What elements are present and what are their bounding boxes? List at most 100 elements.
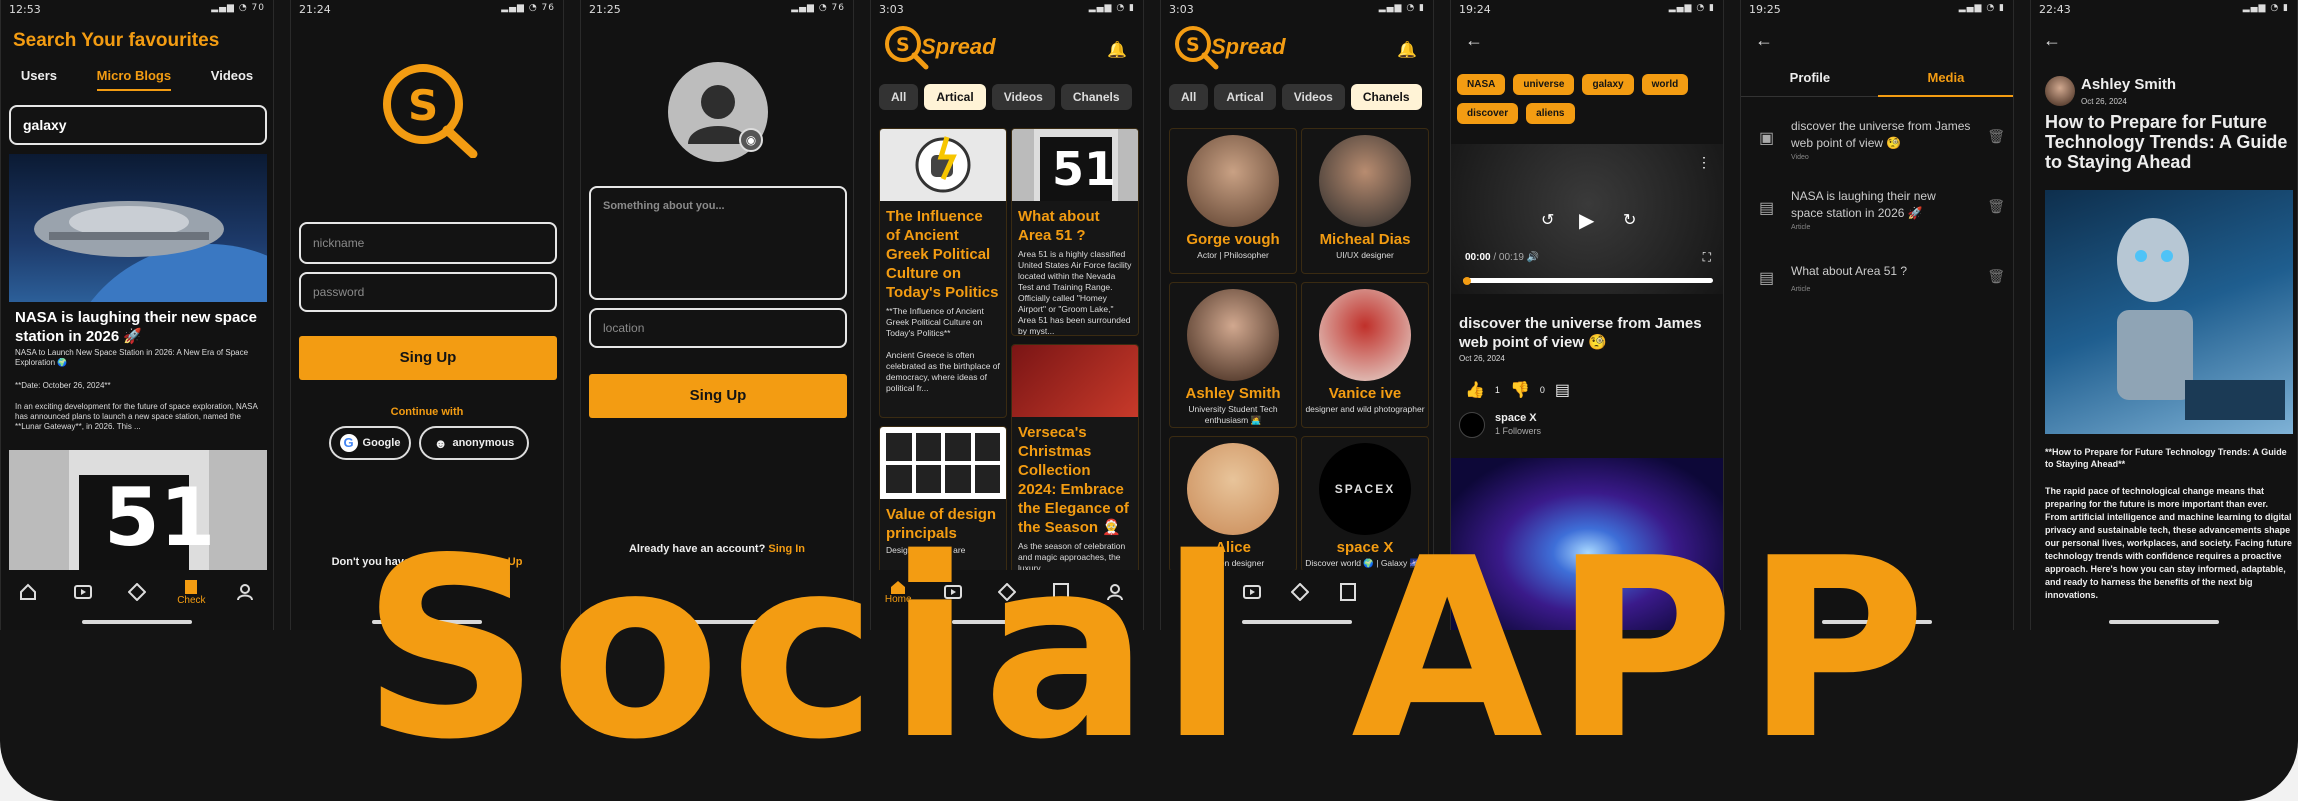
article-card[interactable]: 51 What about Area 51 ? Area 51 is a hig… bbox=[1011, 128, 1139, 336]
tag[interactable]: universe bbox=[1513, 74, 1575, 95]
channel-name: Micheal Dias bbox=[1319, 231, 1411, 248]
channel-card[interactable]: Gorge vough Actor | Philosopher bbox=[1169, 128, 1297, 274]
tag[interactable]: world bbox=[1641, 74, 1689, 95]
tab-videos[interactable]: Videos bbox=[1281, 84, 1345, 110]
post-body: In an exciting development for the futur… bbox=[15, 402, 258, 431]
tag[interactable]: galaxy bbox=[1582, 74, 1634, 95]
trash-icon[interactable]: 🗑 bbox=[1987, 198, 2005, 215]
post-title[interactable]: NASA is laughing their new space station… bbox=[15, 308, 265, 346]
bell-icon[interactable]: 🔔 bbox=[1397, 40, 1417, 60]
tag[interactable]: aliens bbox=[1526, 103, 1575, 124]
reaction-bar: 👍 1 👎 0 ▤ bbox=[1465, 380, 1570, 400]
tag-list: NASA universe galaxy world discover alie… bbox=[1457, 74, 1719, 124]
robot-image bbox=[2045, 190, 2293, 434]
video-date: Oct 26, 2024 bbox=[1459, 354, 1505, 363]
rewind-icon[interactable]: ↺ bbox=[1541, 210, 1554, 230]
trash-icon[interactable]: 🗑 bbox=[1987, 268, 2005, 285]
avatar bbox=[1187, 289, 1279, 381]
location-field[interactable]: location bbox=[589, 308, 847, 348]
avatar bbox=[1319, 135, 1411, 227]
follower-count: 1 Followers bbox=[1495, 426, 1542, 436]
password-field[interactable]: password bbox=[299, 272, 557, 312]
tab-indicator bbox=[1878, 95, 2013, 97]
back-arrow-icon[interactable]: ← bbox=[1755, 30, 1773, 51]
anonymous-label: anonymous bbox=[452, 437, 515, 449]
video-time: 00:00 / 00:19 🔊 bbox=[1465, 252, 1540, 263]
channel-avatar[interactable] bbox=[1459, 412, 1485, 438]
post-subtitle: NASA to Launch New Space Station in 2026… bbox=[15, 348, 249, 367]
author-avatar[interactable] bbox=[2045, 76, 2075, 106]
channel-name: Vanice ive bbox=[1328, 385, 1402, 402]
avatar bbox=[1187, 135, 1279, 227]
status-bar: 12:53 ▂▄▆ ◔ 70 bbox=[9, 3, 265, 16]
tab-users[interactable]: Users bbox=[21, 68, 57, 91]
tab-videos[interactable]: Videos bbox=[991, 84, 1055, 110]
google-icon: G bbox=[339, 434, 358, 452]
bell-icon[interactable]: 🔔 bbox=[1107, 40, 1127, 60]
tab-profile[interactable]: Profile bbox=[1790, 70, 1830, 85]
camera-icon[interactable]: ◉ bbox=[739, 128, 763, 152]
channel-card[interactable]: Ashley Smith University Student Tech enth… bbox=[1169, 282, 1297, 428]
article-date: Oct 26, 2024 bbox=[2081, 97, 2127, 106]
author-name[interactable]: Ashley Smith bbox=[2081, 76, 2176, 93]
area51-image: 51 bbox=[1012, 129, 1138, 201]
more-icon[interactable]: ⋮ bbox=[1697, 154, 1711, 171]
tag[interactable]: discover bbox=[1457, 103, 1519, 124]
fullscreen-icon[interactable]: ⛶ bbox=[1703, 250, 1711, 265]
back-arrow-icon[interactable]: ← bbox=[2043, 30, 2061, 51]
signup-button[interactable]: Sing Up bbox=[589, 374, 847, 418]
article-subtitle: **How to Prepare for Future Technology T… bbox=[2045, 447, 2287, 469]
tag[interactable]: NASA bbox=[1457, 74, 1506, 95]
video-progress[interactable] bbox=[1463, 276, 1713, 285]
like-icon[interactable]: 👍 bbox=[1465, 380, 1485, 400]
anonymous-button[interactable]: ☻ anonymous bbox=[419, 426, 529, 460]
media-item[interactable]: ▤ What about Area 51 ? Article 🗑 bbox=[1755, 264, 2005, 304]
media-type: Video bbox=[1791, 154, 1809, 161]
dislike-icon[interactable]: 👎 bbox=[1510, 380, 1530, 400]
design-grid-image bbox=[880, 427, 1006, 499]
banner-title: Social APP bbox=[361, 506, 1937, 794]
tab-all[interactable]: All bbox=[879, 84, 919, 110]
tab-chanels[interactable]: Chanels bbox=[1060, 84, 1132, 110]
channel-card[interactable]: Vanice ive designer and wild photographer bbox=[1301, 282, 1429, 428]
continue-with-label: Continue with bbox=[390, 406, 464, 418]
fist-image bbox=[880, 129, 1006, 201]
tab-micro-blogs[interactable]: Micro Blogs bbox=[96, 68, 172, 91]
svg-text:S: S bbox=[1186, 34, 1200, 56]
tab-artical[interactable]: Artical bbox=[1214, 84, 1276, 110]
svg-text:51: 51 bbox=[1052, 142, 1116, 196]
play-icon[interactable]: ▶ bbox=[1579, 208, 1594, 233]
comment-icon[interactable]: ▤ bbox=[1555, 380, 1570, 400]
tab-artical[interactable]: Artical bbox=[924, 84, 986, 110]
status-bar: 22:43 ▂▄▆ ◔ ▮ bbox=[2039, 3, 2289, 16]
media-item[interactable]: ▣ discover the universe from James web p… bbox=[1755, 118, 2005, 168]
trash-icon[interactable]: 🗑 bbox=[1987, 128, 2005, 145]
channel-name[interactable]: space X bbox=[1495, 412, 1537, 424]
video-title: discover the universe from James web poi… bbox=[1459, 315, 1702, 351]
forward-icon[interactable]: ↻ bbox=[1623, 210, 1636, 230]
showcase-stage: 12:53 ▂▄▆ ◔ 70 Search Your favourites Use… bbox=[0, 0, 2298, 801]
tab-chanels[interactable]: Chanels bbox=[1350, 84, 1422, 110]
avatar bbox=[1319, 289, 1411, 381]
article-card[interactable]: The Influence of Ancient Greek Political… bbox=[879, 128, 1007, 418]
progress-thumb[interactable] bbox=[1463, 276, 1471, 285]
tab-all[interactable]: All bbox=[1169, 84, 1209, 110]
search-input[interactable]: galaxy bbox=[9, 105, 267, 145]
channel-desc: designer and wild photographer bbox=[1305, 404, 1425, 414]
google-button[interactable]: G Google bbox=[329, 426, 411, 460]
media-item[interactable]: ▤ NASA is laughing their new space stati… bbox=[1755, 188, 2005, 238]
about-field[interactable]: Something about you... bbox=[589, 186, 847, 300]
filter-tabs: All Artical Videos Chanels bbox=[1169, 84, 1422, 110]
nickname-field[interactable]: nickname bbox=[299, 222, 557, 264]
video-player[interactable]: ⋮ ↺ ▶ ↻ 00:00 / 00:19 🔊 ⛶ bbox=[1451, 144, 1723, 294]
channel-card[interactable]: Micheal Dias UI/UX designer bbox=[1301, 128, 1429, 274]
back-arrow-icon[interactable]: ← bbox=[1465, 30, 1483, 51]
article-title: The Influence of Ancient Greek Political… bbox=[886, 208, 999, 301]
status-bar: 19:25 ▂▄▆ ◔ ▮ bbox=[1749, 3, 2005, 16]
app-logo-icon: S bbox=[383, 64, 478, 158]
article-file-icon: ▤ bbox=[1759, 270, 1775, 287]
tab-videos[interactable]: Videos bbox=[211, 68, 253, 91]
post-date: **Date: October 26, 2024** bbox=[15, 381, 111, 390]
signup-button[interactable]: Sing Up bbox=[299, 336, 557, 380]
tab-media[interactable]: Media bbox=[1927, 70, 1964, 85]
